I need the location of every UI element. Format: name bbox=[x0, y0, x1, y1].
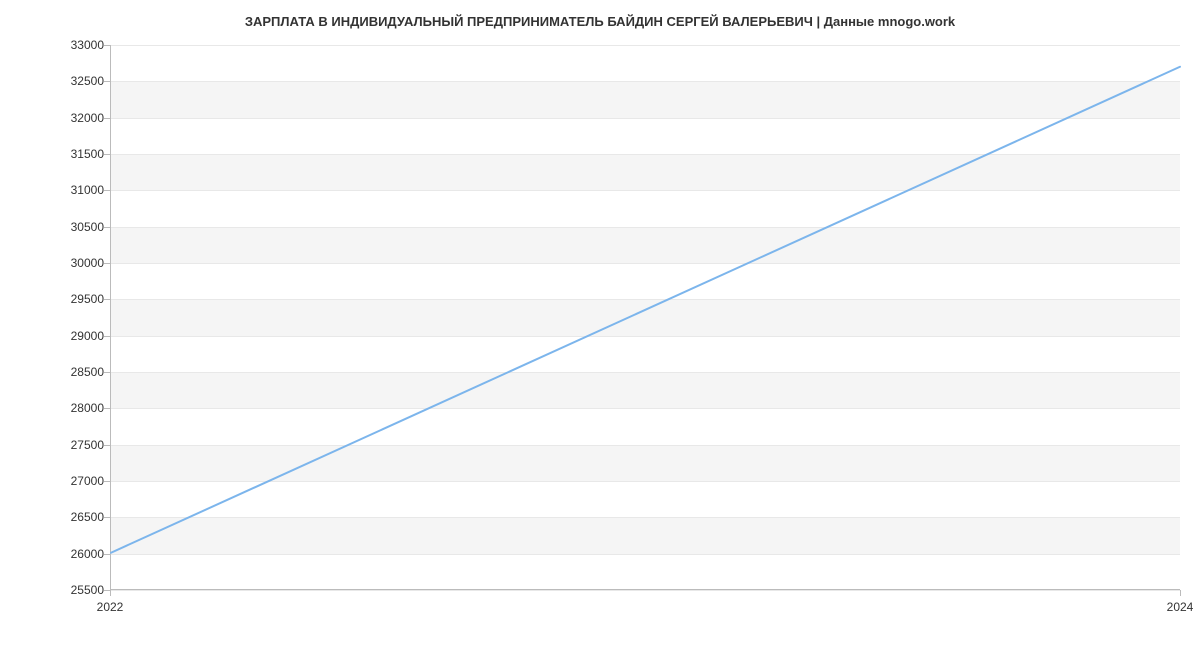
y-tick-label: 27000 bbox=[24, 474, 104, 488]
y-tick-label: 29000 bbox=[24, 329, 104, 343]
chart-container: ЗАРПЛАТА В ИНДИВИДУАЛЬНЫЙ ПРЕДПРИНИМАТЕЛ… bbox=[0, 0, 1200, 650]
y-tick-label: 29500 bbox=[24, 292, 104, 306]
y-tick-label: 28000 bbox=[24, 401, 104, 415]
series-line bbox=[111, 67, 1180, 553]
y-tick bbox=[104, 81, 110, 82]
y-tick bbox=[104, 263, 110, 264]
y-tick-label: 30000 bbox=[24, 256, 104, 270]
y-gridline bbox=[111, 590, 1180, 591]
y-tick bbox=[104, 227, 110, 228]
y-tick bbox=[104, 118, 110, 119]
chart-title: ЗАРПЛАТА В ИНДИВИДУАЛЬНЫЙ ПРЕДПРИНИМАТЕЛ… bbox=[0, 14, 1200, 29]
x-tick-label: 2024 bbox=[1167, 600, 1194, 614]
y-tick bbox=[104, 154, 110, 155]
x-tick-label: 2022 bbox=[97, 600, 124, 614]
y-tick-label: 26000 bbox=[24, 547, 104, 561]
y-tick-label: 25500 bbox=[24, 583, 104, 597]
x-tick bbox=[110, 590, 111, 596]
y-tick-label: 28500 bbox=[24, 365, 104, 379]
y-tick-label: 31500 bbox=[24, 147, 104, 161]
y-tick bbox=[104, 445, 110, 446]
y-tick bbox=[104, 45, 110, 46]
y-tick bbox=[104, 299, 110, 300]
x-tick bbox=[1180, 590, 1181, 596]
y-tick bbox=[104, 372, 110, 373]
y-tick bbox=[104, 336, 110, 337]
y-tick-label: 32500 bbox=[24, 74, 104, 88]
y-tick-label: 32000 bbox=[24, 111, 104, 125]
y-tick bbox=[104, 554, 110, 555]
y-tick-label: 30500 bbox=[24, 220, 104, 234]
plot-area bbox=[110, 45, 1180, 590]
y-tick-label: 27500 bbox=[24, 438, 104, 452]
line-layer bbox=[111, 45, 1180, 589]
y-tick bbox=[104, 481, 110, 482]
y-tick bbox=[104, 517, 110, 518]
y-tick bbox=[104, 408, 110, 409]
y-tick bbox=[104, 190, 110, 191]
y-tick-label: 26500 bbox=[24, 510, 104, 524]
y-tick-label: 31000 bbox=[24, 183, 104, 197]
y-tick-label: 33000 bbox=[24, 38, 104, 52]
